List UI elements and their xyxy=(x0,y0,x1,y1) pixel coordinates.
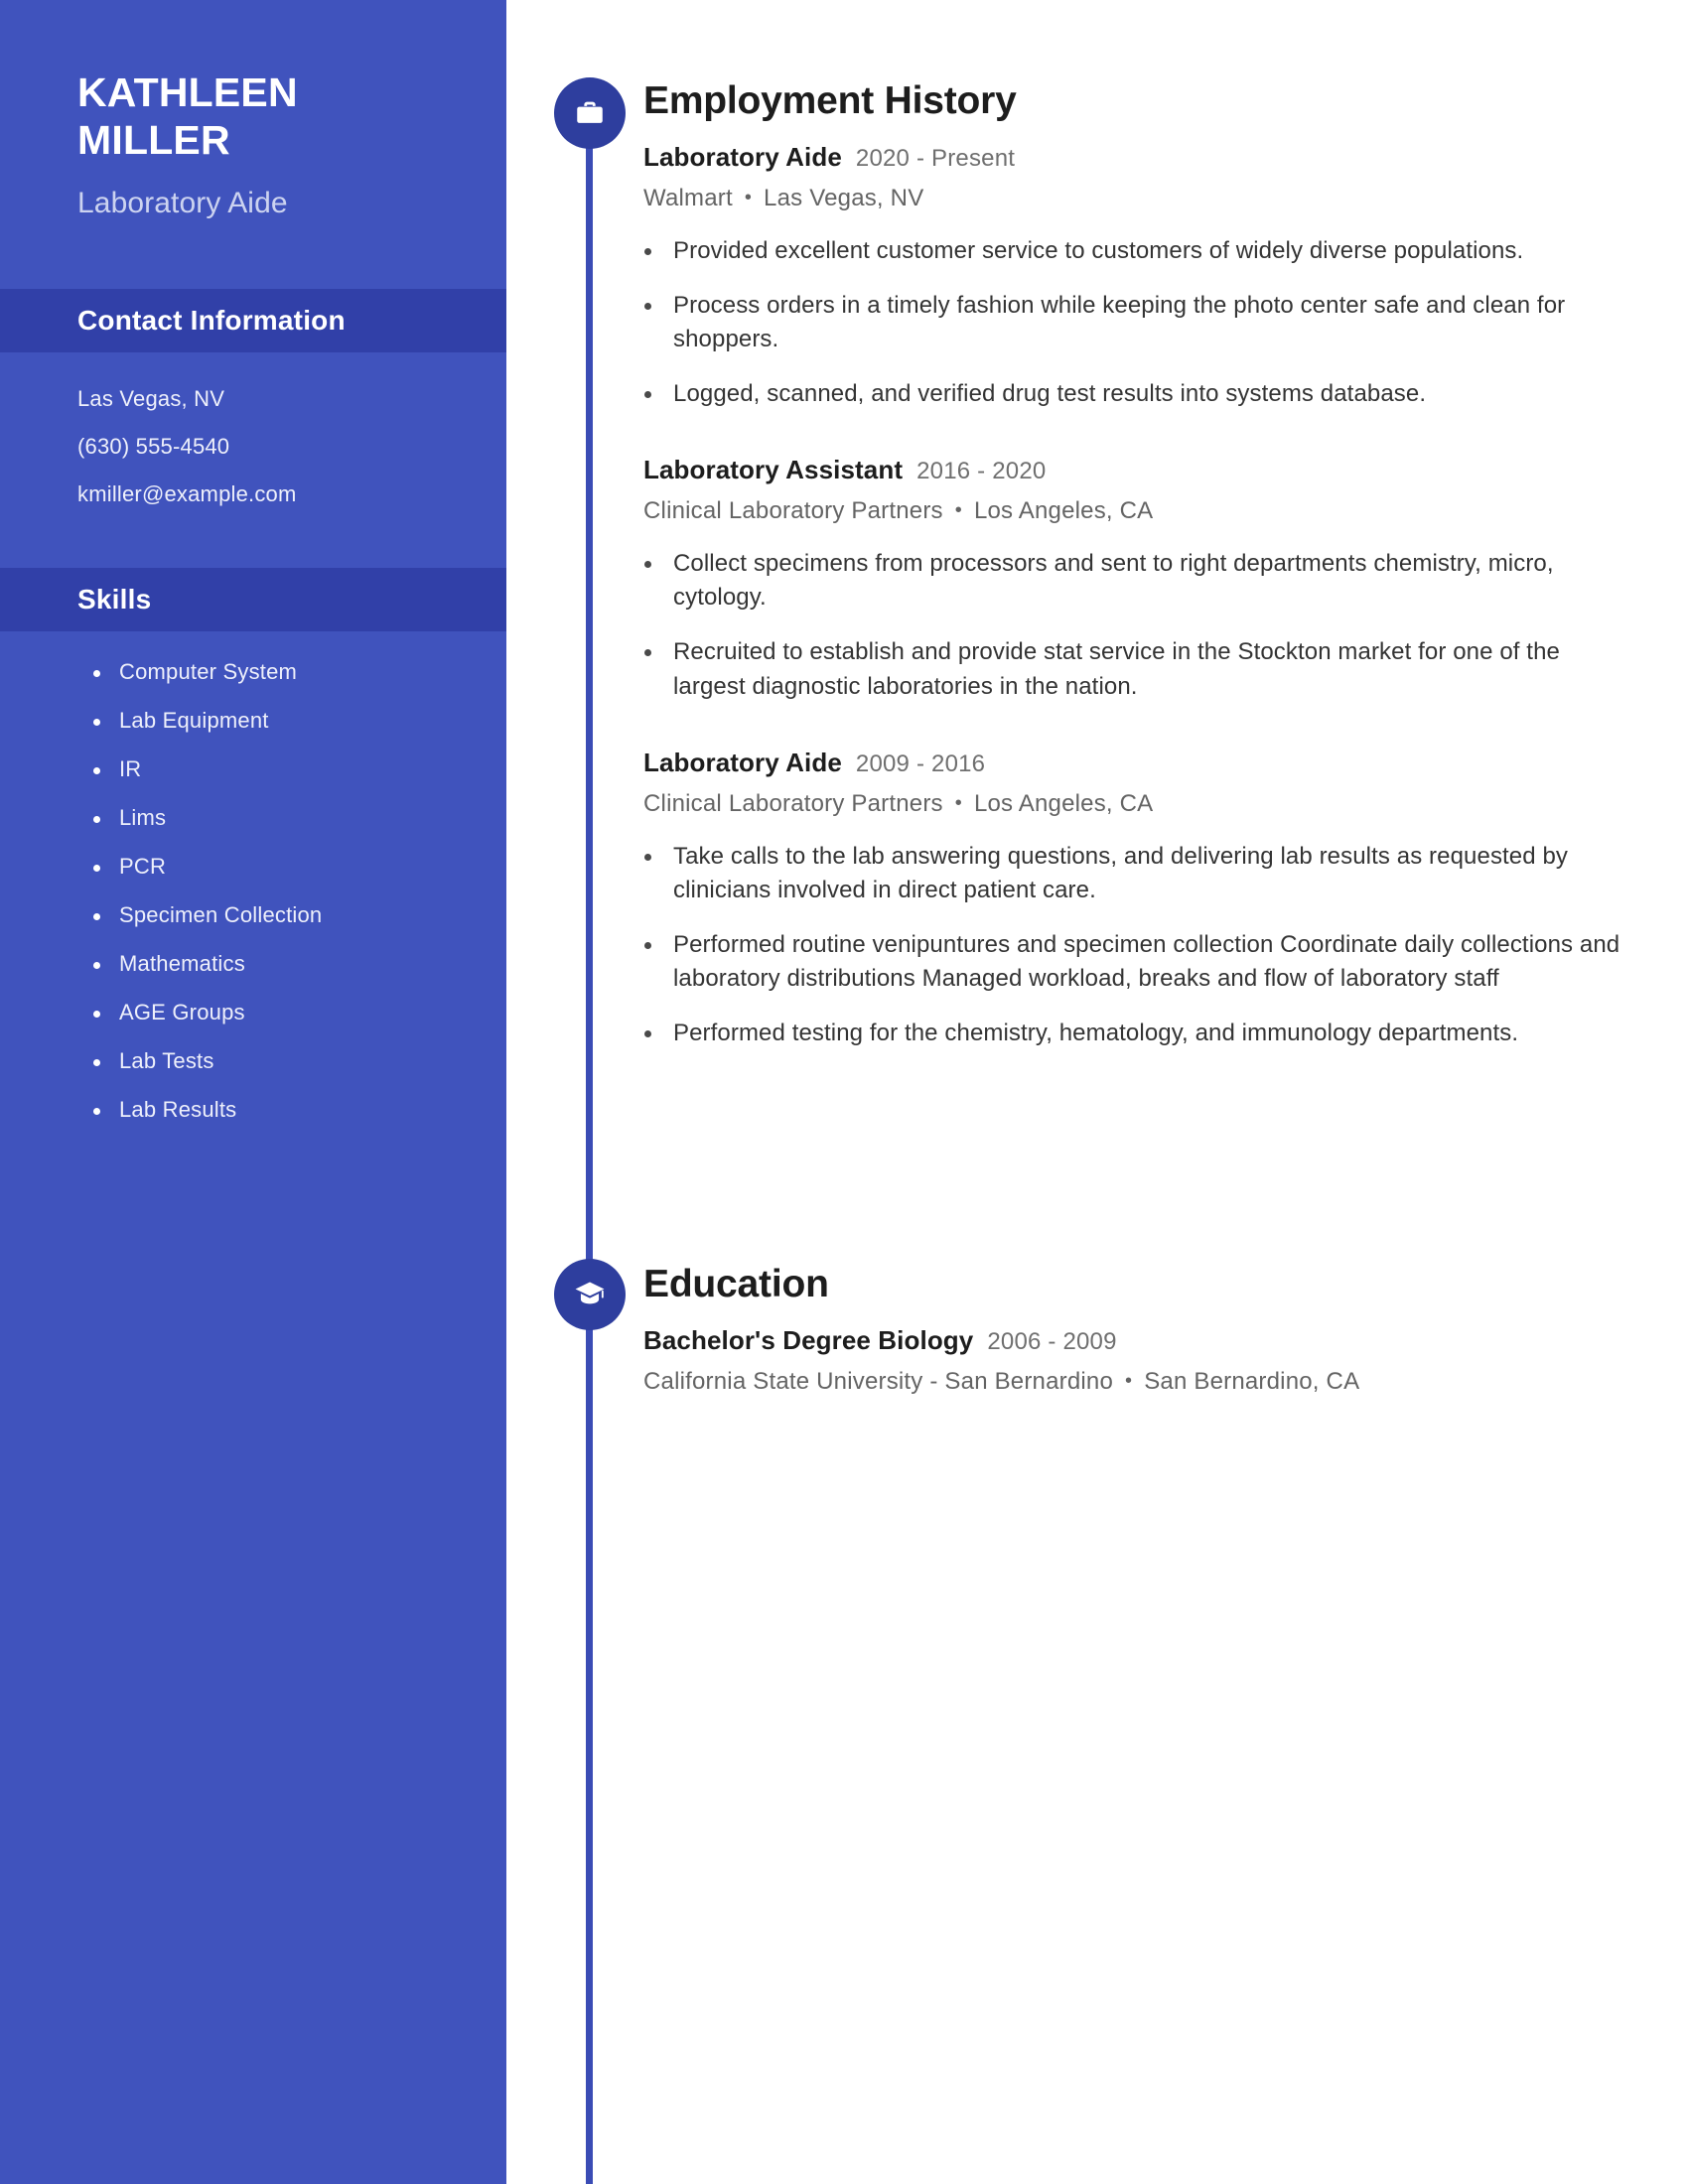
education-entry-school: California State University - San Bernar… xyxy=(643,1368,1114,1395)
employment-entry-location: Los Angeles, CA xyxy=(973,497,1154,525)
skills-heading-band: Skills xyxy=(0,567,506,631)
employment-entry-head: Laboratory Aide 2020 - Present xyxy=(643,142,1636,173)
employment-entry-location: Las Vegas, NV xyxy=(764,185,924,211)
employment-entry-bullets: Take calls to the lab answering question… xyxy=(643,840,1636,1050)
employment-entry-company: Clinical Laboratory Partners xyxy=(643,789,943,817)
education-entry-location: San Bernardino, CA xyxy=(1144,1368,1360,1395)
employment-entry-subline: Clinical Laboratory Partners • Los Angeles… xyxy=(643,497,1636,525)
employment-entry-title: Laboratory Assistant xyxy=(643,455,904,485)
skill-item: IR xyxy=(91,757,506,780)
education-entry: Bachelor's Degree Biology 2006 - 2009 Ca… xyxy=(643,1325,1636,1396)
employment-entry: Laboratory Aide 2009 - 2016 Clinical Lab… xyxy=(643,748,1636,1050)
sidebar: KATHLEEN MILLER Laboratory Aide Contact … xyxy=(0,0,506,2184)
skill-item: Specimen Collection xyxy=(91,903,506,926)
contact-information-heading: Contact Information xyxy=(77,304,346,336)
education-entry-degree: Bachelor's Degree Biology xyxy=(643,1325,974,1355)
skill-item: AGE Groups xyxy=(91,1001,506,1024)
candidate-name: KATHLEEN MILLER xyxy=(77,69,298,163)
skills-list: Computer System Lab Equipment IR Lims PC… xyxy=(0,631,506,1121)
employment-history-title: Employment History xyxy=(643,79,1017,122)
employment-entry-head: Laboratory Aide 2009 - 2016 xyxy=(643,748,1636,778)
separator-dot: • xyxy=(954,791,962,814)
skill-item: Lab Equipment xyxy=(91,709,506,732)
contact-email[interactable]: kmiller@example.com xyxy=(77,482,506,505)
employment-entry: Laboratory Aide 2020 - Present Walmart • L… xyxy=(643,142,1636,411)
contact-phone[interactable]: (630) 555-4540 xyxy=(77,435,506,458)
skill-item: Computer System xyxy=(91,660,506,683)
bullet-item: Process orders in a timely fashion while… xyxy=(643,289,1636,356)
education-timeline-marker xyxy=(554,1259,626,1330)
bullet-item: Recruited to establish and provide stat … xyxy=(643,635,1636,703)
employment-history-section: Employment History Laboratory Aide 2020 … xyxy=(643,79,1636,1071)
skill-item: PCR xyxy=(91,855,506,878)
resume-page: KATHLEEN MILLER Laboratory Aide Contact … xyxy=(0,0,1688,2184)
skill-item: Mathematics xyxy=(91,952,506,975)
bullet-item: Take calls to the lab answering question… xyxy=(643,840,1636,907)
employment-entry-subline: Walmart • Las Vegas, NV xyxy=(643,185,1636,212)
bullet-item: Performed routine venipuntures and speci… xyxy=(643,928,1636,996)
education-title: Education xyxy=(643,1263,829,1305)
bullet-item: Collect specimens from processors and se… xyxy=(643,547,1636,614)
separator-dot: • xyxy=(1125,1370,1133,1392)
separator-dot: • xyxy=(954,499,962,522)
candidate-job-title: Laboratory Aide xyxy=(77,186,288,219)
employment-entry-head: Laboratory Assistant 2016 - 2020 xyxy=(643,455,1636,485)
employment-entry-dates: 2016 - 2020 xyxy=(916,458,1047,485)
skills-heading: Skills xyxy=(77,583,152,614)
employment-entry-bullets: Provided excellent customer service to c… xyxy=(643,234,1636,411)
education-entry-dates: 2006 - 2009 xyxy=(987,1328,1117,1355)
employment-entry-location: Los Angeles, CA xyxy=(973,789,1154,817)
contact-address: Las Vegas, NV xyxy=(77,385,225,411)
briefcase-icon xyxy=(573,96,607,130)
timeline-line xyxy=(586,89,593,2184)
employment-entry-company: Walmart xyxy=(643,185,733,211)
graduation-cap-icon xyxy=(573,1278,607,1311)
bullet-item: Logged, scanned, and verified drug test … xyxy=(643,377,1636,411)
bullet-item: Performed testing for the chemistry, hem… xyxy=(643,1017,1636,1050)
skill-item: Lims xyxy=(91,806,506,829)
employment-entry-subline: Clinical Laboratory Partners • Los Angeles… xyxy=(643,790,1636,818)
employment-entry-dates: 2020 - Present xyxy=(855,145,1016,172)
education-entry-head: Bachelor's Degree Biology 2006 - 2009 xyxy=(643,1325,1636,1356)
employment-entry-company: Clinical Laboratory Partners xyxy=(643,497,943,525)
employment-entry: Laboratory Assistant 2016 - 2020 Clinica… xyxy=(643,455,1636,703)
separator-dot: • xyxy=(744,187,753,208)
employment-entry-bullets: Collect specimens from processors and se… xyxy=(643,547,1636,703)
employment-entry-title: Laboratory Aide xyxy=(643,747,842,777)
contact-information-heading-band: Contact Information xyxy=(0,288,506,352)
skill-item: Lab Tests xyxy=(91,1049,506,1072)
contact-list: Las Vegas, NV (630) 555-4540 kmiller@exa… xyxy=(0,352,506,505)
employment-entry-dates: 2009 - 2016 xyxy=(855,750,986,777)
name-block: KATHLEEN MILLER Laboratory Aide xyxy=(0,0,506,220)
bullet-item: Provided excellent customer service to c… xyxy=(643,234,1636,268)
skill-item: Lab Results xyxy=(91,1098,506,1121)
employment-timeline-marker xyxy=(554,77,626,149)
education-entry-subline: California State University - San Bernar… xyxy=(643,1368,1636,1396)
education-section: Education Bachelor's Degree Biology 2006… xyxy=(643,1263,1636,1396)
employment-entry-title: Laboratory Aide xyxy=(643,142,842,172)
